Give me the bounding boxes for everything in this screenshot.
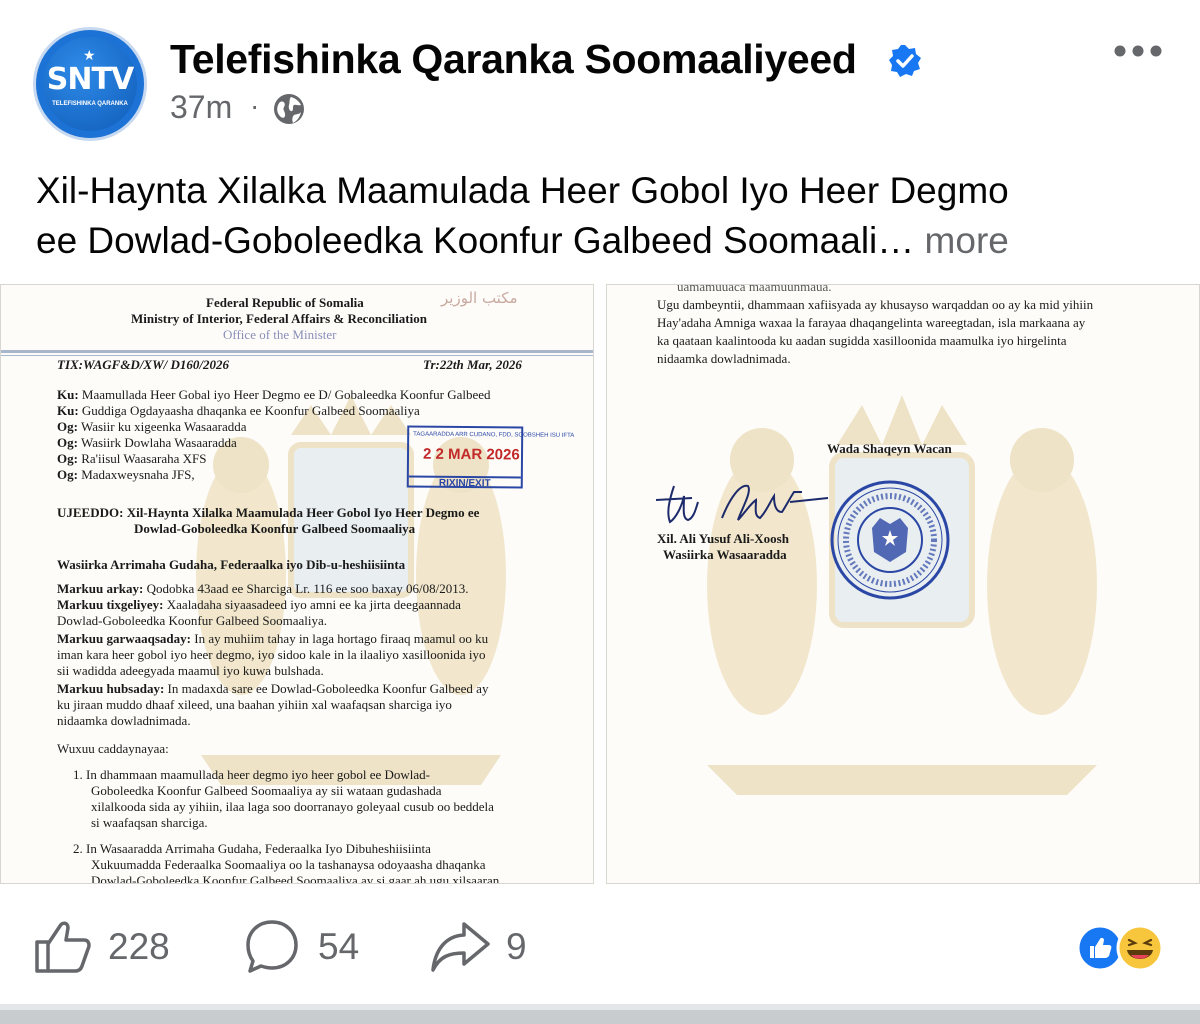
arabic-office-heading: مكتب الوزير [441, 289, 518, 307]
cc-label-1: Og: [57, 419, 78, 434]
doc-org-line-2: Ministry of Interior, Federal Affairs & … [131, 311, 427, 326]
like-count[interactable]: 228 [108, 926, 170, 968]
globe-icon[interactable] [272, 92, 306, 126]
item1-line-c: xilalkooda sida ay yihiin, ilaa laga soo… [91, 799, 494, 814]
para2-text-b: Dowlad-Goboleedka Koonfur Galbeed Soomaa… [57, 613, 328, 628]
verified-badge-icon [889, 45, 921, 77]
page2-top-fragment: uamamuuaca maamuunmaua. [677, 284, 832, 294]
stamp-date: 2 2 MAR 2026 [422, 445, 520, 464]
doc-reference-number: TIX:WAGF&D/XW/ D160/2026 [57, 357, 230, 372]
cc-recipient-2: Wasiirk Dowlaha Wasaaradda [80, 435, 237, 450]
feed-separator [0, 1004, 1200, 1024]
page2-line-3: ka qaataan kaalintooda ku aadan sugidda … [657, 333, 1067, 348]
para1-label: Markuu arkay: [57, 581, 144, 596]
para4-text-c: nidaamka dowladnimada. [57, 713, 191, 728]
page2-line-2: Hay'adaha Amniga waxaa la farayaa dhaqan… [657, 315, 1086, 330]
page2-line-1: Ugu dambeyntii, dhammaan xafiisyada ay k… [657, 297, 1094, 312]
minister-title: Wasiirka Arrimaha Gudaha, Federaalka iyo… [57, 557, 406, 572]
para2-label: Markuu tixgeliyey: [57, 597, 164, 612]
separator-dot: · [250, 90, 260, 121]
like-icon[interactable] [34, 918, 92, 974]
doc-date: Tr:22th Mar, 2026 [423, 357, 522, 372]
to-label-1: Ku: [57, 387, 79, 402]
like-reaction-icon [1076, 924, 1124, 972]
caption-line-1: Xil-Haynta Xilalka Maamulada Heer Gobol … [36, 170, 1009, 211]
para4-text-b: ku jiraan muddo dhaaf xileed, una baahan… [57, 697, 452, 712]
reaction-summary[interactable] [1074, 922, 1170, 972]
share-count[interactable]: 9 [506, 926, 527, 968]
post-action-bar [0, 906, 1200, 986]
cc-label-3: Og: [57, 451, 78, 466]
to-label-2: Ku: [57, 403, 79, 418]
stamp-exit-label: RIXIN/EXIT [408, 475, 521, 490]
page2-line-4: nidaamka dowladnimada. [657, 351, 791, 366]
item1-line-d: si waafaqsan sharciga. [91, 815, 208, 830]
caption-line-2: ee Dowlad-Goboleedka Koonfur Galbeed Soo… [36, 216, 1166, 266]
header-rule-thin [1, 355, 593, 356]
comment-count[interactable]: 54 [318, 926, 359, 968]
avatar-logo: ★ SNTV TELEFISHINKA QARANKA [43, 37, 137, 131]
see-more-link[interactable]: more [925, 220, 1009, 261]
post-header: ★ SNTV TELEFISHINKA QARANKA Telefishinka… [0, 0, 1200, 150]
doc-org-line-3: Office of the Minister [223, 327, 337, 342]
para4-label: Markuu hubsaday: [57, 681, 165, 696]
subject-line-2: Dowlad-Goboleedka Koonfur Galbeed Soomaa… [134, 521, 416, 536]
cc-recipient-1: Wasiir ku xigeenka Wasaaradda [80, 419, 247, 434]
subject-line-1: Xil-Haynta Xilalka Maamulada Heer Gobol … [126, 505, 480, 520]
item2-line-a: 2. In Wasaaradda Arrimaha Gudaha, Federa… [73, 841, 431, 856]
subject-label: UJEEDDO: [57, 505, 124, 520]
item2-line-b: Xukuumadda Federaalka Soomaaliya oo la t… [91, 857, 486, 872]
page-avatar[interactable]: ★ SNTV TELEFISHINKA QARANKA [33, 27, 147, 141]
para4-text-a: In madaxda sare ee Dowlad-Goboleedka Koo… [167, 681, 489, 696]
document-image-page-1[interactable]: مكتب الوزير Federal Republic of Somalia … [0, 284, 594, 884]
avatar-logo-text: SNTV [46, 62, 134, 97]
cc-label-2: Og: [57, 435, 78, 450]
haha-reaction-icon [1116, 924, 1164, 972]
handwritten-signature [655, 484, 829, 524]
stamp-header-text: TAGAARADDA ARR CUDANO, FDD, SOOBSHEH ISU… [413, 431, 575, 439]
closing-greeting: Wada Shaqeyn Wacan [827, 441, 952, 456]
declares-heading: Wuxuu caddaynayaa: [57, 741, 169, 756]
official-seal [830, 480, 950, 600]
more-options-icon[interactable] [1110, 36, 1166, 66]
page-name-link[interactable]: Telefishinka Qaranka Soomaaliyeed [170, 36, 857, 83]
cc-label-4: Og: [57, 467, 78, 482]
exit-stamp: TAGAARADDA ARR CUDANO, FDD, SOOBSHEH ISU… [406, 425, 574, 490]
para3-label: Markuu garwaaqsaday: [57, 631, 191, 646]
para1-text: Qodobka 43aad ee Sharciga Lr. 116 ee soo… [146, 581, 469, 596]
para3-text-a: In ay muhiim tahay in laga hortago firaa… [194, 631, 489, 646]
para3-text-c: sii wadidda adeegyada maamul iyo kuwa bu… [57, 663, 324, 678]
doc-org-line-1: Federal Republic of Somalia [206, 295, 364, 310]
item1-line-a: 1. In dhammaan maamullada heer degmo iyo… [73, 767, 431, 782]
signer-title: Wasiirka Wasaaradda [663, 547, 787, 562]
share-icon[interactable] [430, 918, 492, 974]
post-caption: Xil-Haynta Xilalka Maamulada Heer Gobol … [36, 166, 1166, 266]
post-timestamp[interactable]: 37m [170, 89, 232, 126]
para3-text-b: iman kara heer gobol iyo heer degmo, iyo… [57, 647, 486, 662]
caption-line-2-text: ee Dowlad-Goboleedka Koonfur Galbeed Soo… [36, 220, 915, 261]
cc-recipient-3: Ra'iisul Waasaraha XFS [81, 451, 207, 466]
cc-recipient-4: Madaxweysnaha JFS, [81, 467, 195, 482]
header-rule [1, 350, 593, 353]
avatar-logo-subtext: TELEFISHINKA QARANKA [52, 101, 128, 107]
para2-text-a: Xaaladaha siyaasadeed iyo amni ee ka jir… [166, 597, 461, 612]
item2-line-c: Dowlad-Goboleedka Koonfur Galbeed Soomaa… [91, 873, 500, 884]
item1-line-b: Goboleedka Koonfur Galbeed Soomaaliya ay… [91, 783, 442, 798]
comment-icon[interactable] [244, 918, 300, 974]
to-recipient-2: Guddiga Ogdayaasha dhaqanka ee Koonfur G… [81, 403, 420, 418]
to-recipient-1: Maamullada Heer Gobal iyo Heer Degmo ee … [81, 387, 491, 402]
